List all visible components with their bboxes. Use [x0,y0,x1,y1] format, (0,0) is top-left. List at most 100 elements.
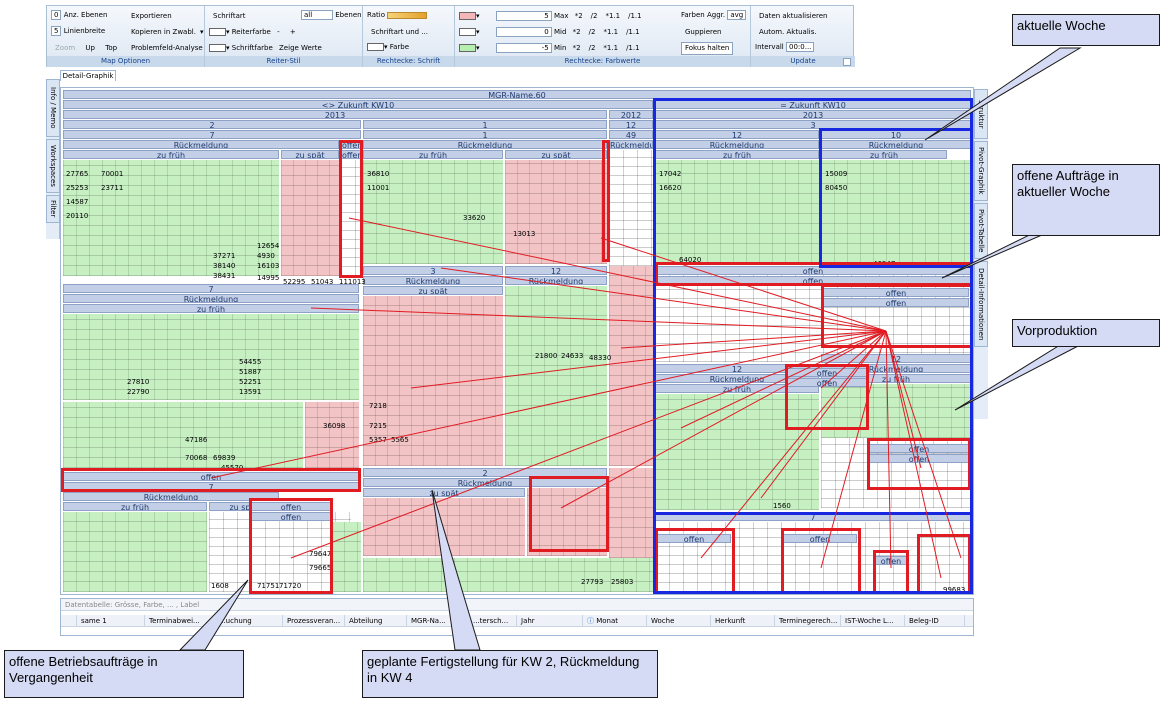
column-header[interactable]: Woche [647,615,711,627]
mid-value-input[interactable]: 0 [495,27,552,37]
cell-group[interactable] [331,522,361,592]
factor-div2-button[interactable]: /2 [587,10,602,23]
column-header[interactable]: Herkunft [711,615,775,627]
year-mid-header[interactable]: 2012 [609,110,653,119]
cell-group[interactable] [63,402,303,468]
factor-mul2-button[interactable]: *2 [571,10,587,23]
tab-info-memo[interactable]: Info / Memo [46,79,60,137]
column-header[interactable]: Jahr [517,615,583,627]
cell-group[interactable] [363,558,653,592]
factor-mul2-button[interactable]: *2 [569,26,585,39]
top-button[interactable]: Top [101,42,121,55]
chevron-down-icon[interactable]: ▾ [226,44,230,52]
factor-mul2-button[interactable]: *2 [569,42,585,55]
cell-group[interactable] [305,402,359,468]
zu-frueh-header[interactable]: zu früh [363,150,503,159]
reiterfarbe-swatch[interactable] [209,28,226,36]
tab-pivot-tabelle[interactable]: Pivot-Tabelle [974,203,988,259]
treemap-chart[interactable]: MGR-Name.60 <> Zukunft KW10 = Zukunft KW… [60,87,974,595]
cell-group[interactable] [281,160,339,276]
zoom-button[interactable]: Zoom [51,42,79,55]
linienbreite-spinner[interactable]: 5 [51,26,62,36]
rueckmeldung-header[interactable]: Rückmeldung [609,140,653,149]
chevron-down-icon[interactable]: ▾ [200,28,204,36]
chevron-down-icon[interactable]: ▾ [226,28,230,36]
column-header[interactable]: Abteilung [345,615,407,627]
max-value-input[interactable]: 5 [495,11,552,21]
daten-aktualisieren-button[interactable]: Daten aktualisieren [755,10,831,23]
schriftart-und-button[interactable]: Schriftart und ... [367,26,432,39]
tab-filter[interactable]: Filter [46,195,60,223]
column-header[interactable]: MGR-Na... [407,615,469,627]
zeige-werte-button[interactable]: Zeige Werte [275,42,326,55]
rueckmeldung-header[interactable]: Rückmeldung [63,294,359,303]
column-header[interactable]: Terminegerech... [775,615,841,627]
column-header[interactable]: ...uchung [215,615,283,627]
zu-spaet-header[interactable]: zu spät [281,150,339,159]
rueckmeldung-header[interactable]: Rückmeldung [363,276,503,285]
column-header[interactable]: Prozessveran... [283,615,345,627]
factor-mul11-button[interactable]: *1.1 [599,26,622,39]
ebenen-select[interactable]: all [301,10,333,20]
plus-button[interactable]: + [286,26,300,39]
expand-icon[interactable] [843,58,851,66]
zu-frueh-header[interactable]: zu früh [63,150,279,159]
rueckmeldung-header[interactable]: Rückmeldung [63,140,339,149]
factor-mul11-button[interactable]: *1.1 [599,42,622,55]
year-left-header[interactable]: 2013 [63,110,607,119]
cell-group[interactable] [63,512,207,592]
cell-group[interactable] [63,314,359,400]
column-header[interactable]: Beleg-ID [905,615,965,627]
mid-color-swatch[interactable] [459,28,476,36]
factor-div11-button[interactable]: /1.1 [622,42,644,55]
column-header[interactable]: same 1 [77,615,145,627]
tab-detail-informationen[interactable]: Detail-Informationen [974,261,988,347]
chevron-down-icon[interactable]: ▾ [384,43,388,51]
rueckmeldung-header[interactable]: Rückmeldung [63,492,279,501]
exportieren-button[interactable]: Exportieren [127,10,176,23]
tab-workspaces[interactable]: Workspaces [46,139,60,193]
factor-div2-button[interactable]: /2 [585,42,600,55]
factor-mul11-button[interactable]: *1.1 [601,10,624,23]
column-header[interactable]: ⓘ Monat [583,615,647,627]
kw-header[interactable]: 7 [63,130,361,139]
cell-group[interactable] [609,150,653,266]
column-header[interactable]: ...tersch... [469,615,517,627]
kw-header[interactable]: 1 [363,130,607,139]
cell-group[interactable] [505,286,607,466]
kw-header[interactable]: 49 [609,130,653,139]
cell-group[interactable] [363,498,525,556]
up-button[interactable]: Up [81,42,99,55]
kopieren-button[interactable]: Kopieren in Zwabl. [127,26,200,39]
chevron-down-icon[interactable]: ▾ [476,12,480,20]
min-color-swatch[interactable] [459,44,476,52]
problemfeld-button[interactable]: Problemfeld-Analyse [127,42,207,55]
column-header[interactable]: IST-Woche L... [841,615,905,627]
zukunft-left-header[interactable]: <> Zukunft KW10 [63,100,653,109]
zu-frueh-header[interactable]: zu früh [63,304,359,313]
cell-group[interactable] [609,266,653,466]
kw-header[interactable]: 12 [609,120,653,129]
ebenen-spinner[interactable]: 0 [51,10,62,20]
table-grouping-hint[interactable]: Datentabelle: Grösse, Farbe, ... , Label [61,599,973,611]
cell-group[interactable] [609,468,653,558]
zu-frueh-header[interactable]: zu früh [63,502,207,511]
rueckmeldung-header[interactable]: Rückmeldung [505,276,607,285]
farbe-swatch[interactable] [367,43,384,51]
zu-spaet-header[interactable]: zu spät [363,488,525,497]
ratio-slider[interactable] [387,11,428,19]
factor-div11-button[interactable]: /1.1 [622,26,644,39]
rueckmeldung-header[interactable]: Rückmeldung [363,140,607,149]
max-color-swatch[interactable] [459,12,476,20]
zu-spaet-header[interactable]: zu spät [505,150,607,159]
row-selector-header[interactable] [61,615,77,627]
tab-struktur[interactable]: Struktur [974,89,988,139]
tab-detail-graphik[interactable]: Detail-Graphik [60,70,116,81]
aggr-select[interactable]: avg [727,10,747,20]
gruppieren-button[interactable]: Guppieren [681,26,725,39]
cell-group[interactable] [505,160,607,264]
zu-spaet-header[interactable]: zu spät [363,286,503,295]
chevron-down-icon[interactable]: ▾ [476,28,480,36]
kw-header[interactable]: 3 [363,266,503,275]
cell-group[interactable] [63,160,279,276]
